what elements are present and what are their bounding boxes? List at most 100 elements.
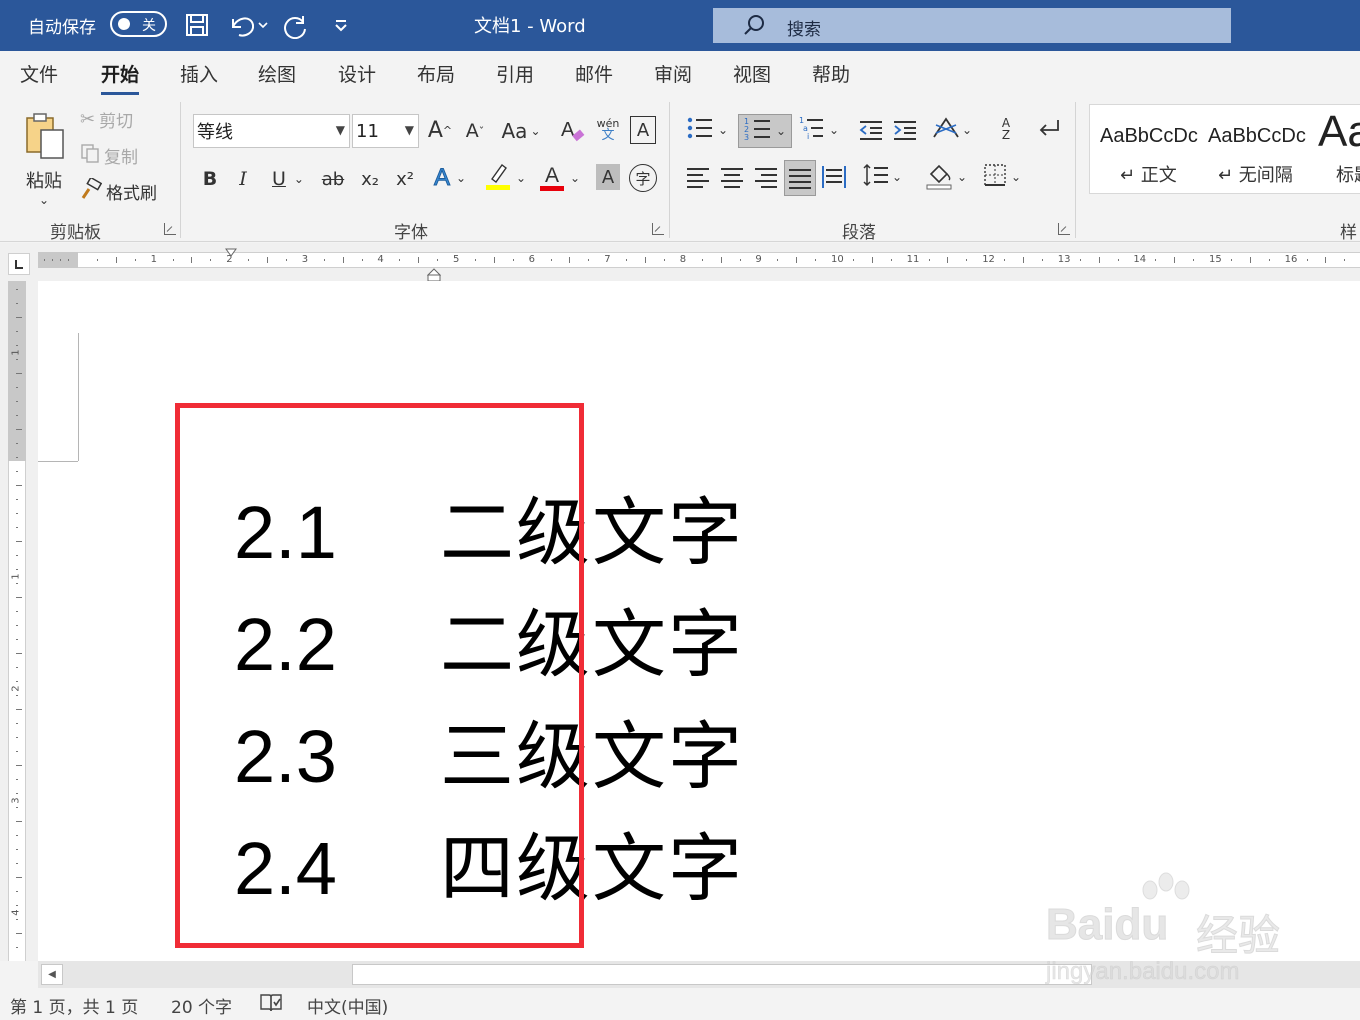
sort-bottom: Z (1001, 128, 1011, 142)
enclose-characters-button[interactable]: 字 (629, 164, 657, 192)
change-case-button[interactable]: Aa ⌄ (499, 116, 543, 146)
decrease-indent-icon[interactable] (856, 114, 886, 146)
chinese-layout-button[interactable]: ⌄ (928, 114, 976, 146)
horizontal-ruler[interactable]: 1 2 3 4 5 6 7 8 9 10 11 12 13 14 15 16 (0, 243, 1360, 282)
paragraph-launcher-icon[interactable] (1058, 223, 1070, 235)
shrink-font-icon[interactable]: Aˇ (461, 116, 489, 146)
format-painter-button[interactable]: 格式刷 (80, 176, 157, 204)
font-family-select[interactable]: 等线 ▼ (193, 114, 350, 148)
align-right-icon[interactable] (752, 162, 780, 192)
title-bar: 自动保存 关 文档1 - Word 搜索 (0, 0, 1360, 51)
ruler-tick (645, 257, 646, 263)
scroll-left-icon[interactable]: ◀ (41, 964, 63, 985)
ruler-number: 1 (10, 349, 22, 356)
tab-references[interactable]: 引用 (496, 60, 534, 87)
ruler-tick (16, 457, 18, 458)
autosave-toggle[interactable]: 关 (110, 11, 167, 37)
tab-design[interactable]: 设计 (338, 60, 376, 87)
tab-home[interactable]: 开始 (101, 60, 140, 95)
bullets-button[interactable]: ⌄ (682, 114, 732, 146)
ruler-tick (871, 257, 873, 263)
highlight-button[interactable]: ⌄ (482, 162, 528, 194)
list-item[interactable]: 2.3 三级文字 (234, 697, 744, 804)
increase-indent-icon[interactable] (890, 114, 920, 146)
grow-font-icon[interactable]: A ^ (425, 114, 455, 146)
numbering-icon: 123 (744, 116, 772, 147)
clear-formatting-icon[interactable]: A (558, 114, 588, 146)
ruler-number: 15 (1209, 254, 1222, 265)
group-divider (669, 102, 670, 238)
tab-draw[interactable]: 绘图 (258, 60, 296, 87)
tab-review[interactable]: 审阅 (654, 60, 692, 87)
list-item[interactable]: 2.1 二级文字 (234, 473, 744, 580)
scroll-thumb[interactable] (352, 964, 1092, 985)
ruler-tick (16, 849, 18, 850)
search-box[interactable]: 搜索 (713, 8, 1231, 43)
align-center-icon[interactable] (718, 162, 746, 192)
style-heading[interactable]: Aa 标题 (1312, 105, 1360, 195)
ruler-tick (16, 471, 18, 472)
ruler-number: 3 (301, 254, 309, 265)
paste-button[interactable]: 粘贴 ⌄ (16, 104, 72, 214)
show-marks-icon[interactable] (1034, 114, 1064, 146)
character-border-button[interactable]: A (630, 116, 656, 144)
distributed-icon[interactable] (820, 162, 848, 192)
font-size-select[interactable]: 11 ▼ (352, 114, 419, 148)
numbering-button[interactable]: 123 ⌄ (738, 114, 792, 148)
clipboard-launcher-icon[interactable] (164, 223, 176, 235)
list-item[interactable]: 2.4 四级文字 (234, 809, 744, 916)
status-bar: 第 1 页，共 1 页 20 个字 中文(中国) (0, 988, 1360, 1020)
text-effects-button[interactable]: A ⌄ (428, 162, 472, 194)
character-shading-button[interactable]: A (596, 164, 620, 190)
justify-icon[interactable] (784, 160, 816, 196)
underline-button[interactable]: U ⌄ (264, 164, 312, 194)
tab-selector-icon[interactable] (8, 253, 30, 275)
phonetic-guide-button[interactable]: wén 文 (594, 112, 622, 148)
shading-button[interactable]: ⌄ (922, 160, 970, 194)
align-left-icon[interactable] (684, 162, 712, 192)
chevron-down-icon: ⌄ (530, 124, 541, 138)
strikethrough-button[interactable]: ab (318, 164, 348, 194)
tab-view[interactable]: 视图 (733, 60, 771, 87)
tab-help[interactable]: 帮助 (812, 60, 850, 87)
toggle-knob (118, 18, 130, 30)
style-normal[interactable]: AaBbCcDc ↵ 正文 (1090, 105, 1198, 195)
ruler-tick (16, 527, 18, 528)
subscript-button[interactable]: x₂ (357, 164, 383, 194)
save-icon[interactable] (182, 8, 212, 42)
ruler-tick (796, 257, 798, 263)
tab-file[interactable]: 文件 (20, 60, 58, 87)
font-color-button[interactable]: A ⌄ (537, 162, 583, 194)
style-name: ↵ 正文 (1120, 165, 1177, 186)
tab-mailings[interactable]: 邮件 (575, 60, 613, 87)
font-family-value: 等线 (197, 122, 233, 143)
italic-button[interactable]: I (232, 164, 254, 194)
word-count[interactable]: 20 个字 (171, 993, 232, 1018)
tab-layout[interactable]: 布局 (417, 60, 455, 87)
redo-icon[interactable] (282, 8, 312, 42)
tab-insert[interactable]: 插入 (180, 60, 218, 87)
page-count[interactable]: 第 1 页，共 1 页 (10, 993, 138, 1018)
document-page[interactable]: 2.1 二级文字 2.2 二级文字 2.3 三级文字 2.4 四级文字 (38, 281, 1360, 961)
style-no-spacing[interactable]: AaBbCcDc ↵ 无间隔 (1200, 105, 1308, 195)
borders-button[interactable]: ⌄ (978, 162, 1026, 192)
undo-icon[interactable] (224, 8, 270, 42)
sort-button[interactable]: A Z (990, 112, 1022, 146)
superscript-button[interactable]: x² (392, 164, 418, 194)
first-line-indent-icon[interactable] (225, 243, 237, 262)
customize-qat-icon[interactable] (330, 8, 352, 42)
copy-button[interactable]: 复制 (80, 142, 138, 168)
proofing-icon[interactable] (259, 992, 283, 1019)
ruler-tick (16, 695, 18, 696)
vertical-ruler[interactable]: 1 1 2 3 4 (0, 281, 38, 961)
ruler-tick (1041, 259, 1043, 261)
chevron-down-icon: ⌄ (455, 171, 467, 185)
ruler-tick (342, 257, 344, 263)
cut-button[interactable]: ✂ 剪切 (80, 106, 133, 132)
language-indicator[interactable]: 中文(中国) (307, 993, 388, 1018)
list-item[interactable]: 2.2 二级文字 (234, 585, 744, 692)
line-spacing-button[interactable]: ⌄ (858, 162, 906, 192)
font-launcher-icon[interactable] (652, 223, 664, 235)
multilevel-list-button[interactable]: 1ai ⌄ (796, 114, 842, 146)
bold-button[interactable]: B (198, 164, 222, 194)
